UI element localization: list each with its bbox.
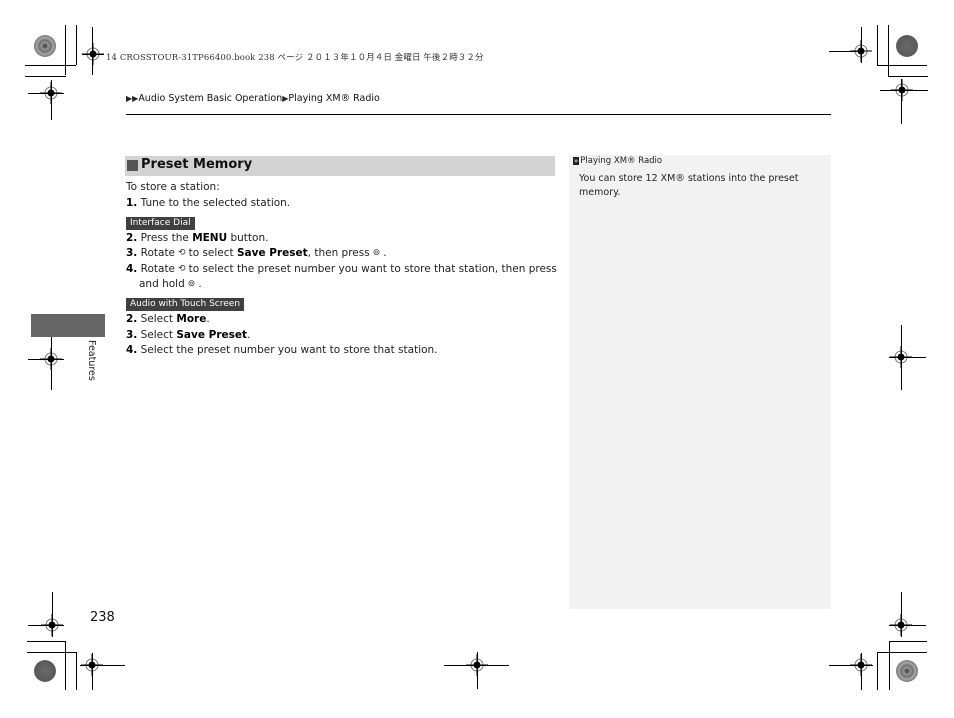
crop-line [477, 652, 478, 689]
crop-line [889, 641, 927, 642]
dial-step-4: 4. Rotate ⟲ to select the preset number yo… [126, 262, 557, 276]
step-number: 3. [126, 329, 138, 341]
crop-line [901, 79, 902, 124]
step-text: . [206, 313, 210, 325]
crop-line [51, 80, 52, 120]
note-body: You can store 12 XM® stations into the p… [579, 173, 799, 198]
rotate-dial-icon: ⟲ [178, 248, 186, 258]
crop-line [28, 625, 64, 626]
crop-line [27, 641, 66, 642]
touch-step-3: 3. Select Save Preset. [126, 328, 250, 342]
square-bullet-icon [127, 160, 138, 171]
step-text: to select [188, 247, 237, 259]
crop-line [92, 653, 93, 690]
rotate-dial-icon: ⟲ [178, 264, 186, 274]
touch-step-2: 2. Select More. [126, 312, 210, 326]
header-divider [126, 114, 831, 115]
crop-line [877, 652, 878, 690]
crop-line [27, 652, 77, 653]
step-text: button. [227, 232, 269, 244]
crop-line [877, 65, 927, 66]
registration-disc-icon [896, 660, 918, 682]
crop-line [880, 90, 928, 91]
crop-line [76, 652, 77, 690]
crop-line [80, 665, 125, 666]
registration-disc-icon [34, 35, 56, 57]
crop-line [829, 665, 873, 666]
step-text: . [198, 278, 202, 290]
step-text: to select the preset number you want to … [188, 263, 557, 275]
more-label: More [176, 313, 207, 325]
crop-line [877, 652, 927, 653]
save-preset-label: Save Preset [237, 247, 308, 259]
crop-line [65, 641, 66, 690]
registration-disc-icon [34, 660, 56, 682]
intro-text: To store a station: [126, 181, 220, 193]
crop-line [82, 54, 104, 55]
side-note: » Playing XM® Radio You can store 12 XM® … [569, 155, 831, 609]
menu-label: MENU [192, 232, 228, 244]
press-dial-icon: ⊚ [187, 279, 196, 289]
crop-line [901, 325, 902, 390]
reference-arrow-icon: » [573, 157, 580, 165]
crop-line [28, 359, 64, 360]
crop-line [861, 653, 862, 690]
step-text: Press the [140, 232, 193, 244]
step-number: 3. [126, 247, 138, 259]
step-1: 1. Tune to the selected station. [126, 196, 290, 210]
crop-line [889, 357, 926, 358]
section-header: Preset Memory [125, 156, 555, 176]
crop-line [65, 25, 66, 75]
step-text: Tune to the selected station. [140, 197, 291, 209]
print-header: 14 CROSSTOUR-31TP66400.book 238 ページ ２０１３… [106, 53, 484, 63]
breadcrumb-item[interactable]: Audio System Basic Operation [138, 93, 282, 104]
crop-line [52, 592, 53, 637]
double-triangle-right-icon: ▶▶ [126, 94, 139, 103]
registration-disc-icon [896, 35, 918, 57]
step-text: Rotate [140, 247, 176, 259]
crop-line [889, 641, 890, 690]
step-number: 2. [126, 313, 138, 325]
crop-line [877, 25, 878, 66]
crop-line [28, 93, 64, 94]
step-text: Rotate [140, 263, 176, 275]
crop-line [889, 625, 926, 626]
save-preset-label: Save Preset [176, 329, 248, 341]
step-text: . [383, 247, 387, 259]
step-text: . [247, 329, 251, 341]
interface-dial-tag: Interface Dial [126, 217, 195, 230]
touch-step-4: 4. Select the preset number you want to … [126, 343, 438, 357]
step-number: 1. [126, 197, 138, 209]
step-text: Select the preset number you want to sto… [140, 344, 438, 356]
step-number: 4. [126, 344, 138, 356]
crop-line [888, 25, 889, 76]
step-text: and hold [139, 278, 185, 290]
chapter-label: Features [86, 340, 97, 381]
crop-line [829, 51, 859, 52]
breadcrumb-item[interactable]: Playing XM® Radio [288, 93, 379, 104]
dial-step-2: 2. Press the MENU button. [126, 231, 268, 245]
crop-line [25, 65, 76, 66]
dial-step-3: 3. Rotate ⟲ to select Save Preset, then pr… [126, 246, 387, 260]
crop-line [901, 592, 902, 637]
crop-line [888, 76, 928, 77]
breadcrumb: ▶▶Audio System Basic Operation▶Playing X… [126, 93, 380, 104]
step-text: Select [140, 313, 177, 325]
crop-line [92, 27, 93, 75]
step-number: 4. [126, 263, 138, 275]
step-text: Select [140, 329, 177, 341]
crop-line [76, 25, 77, 65]
note-heading: » Playing XM® Radio [573, 156, 662, 166]
note-heading-text[interactable]: Playing XM® Radio [580, 156, 662, 166]
touch-screen-tag: Audio with Touch Screen [126, 298, 245, 311]
chapter-tab[interactable] [31, 314, 105, 337]
crop-line [861, 27, 862, 63]
step-number: 2. [126, 232, 138, 244]
step-text: , then press [307, 247, 370, 259]
section-title: Preset Memory [141, 157, 253, 172]
press-dial-icon: ⊚ [372, 248, 381, 258]
crop-line [25, 76, 66, 77]
page-number: 238 [90, 610, 115, 625]
dial-step-4-cont: and hold ⊚. [139, 277, 202, 291]
